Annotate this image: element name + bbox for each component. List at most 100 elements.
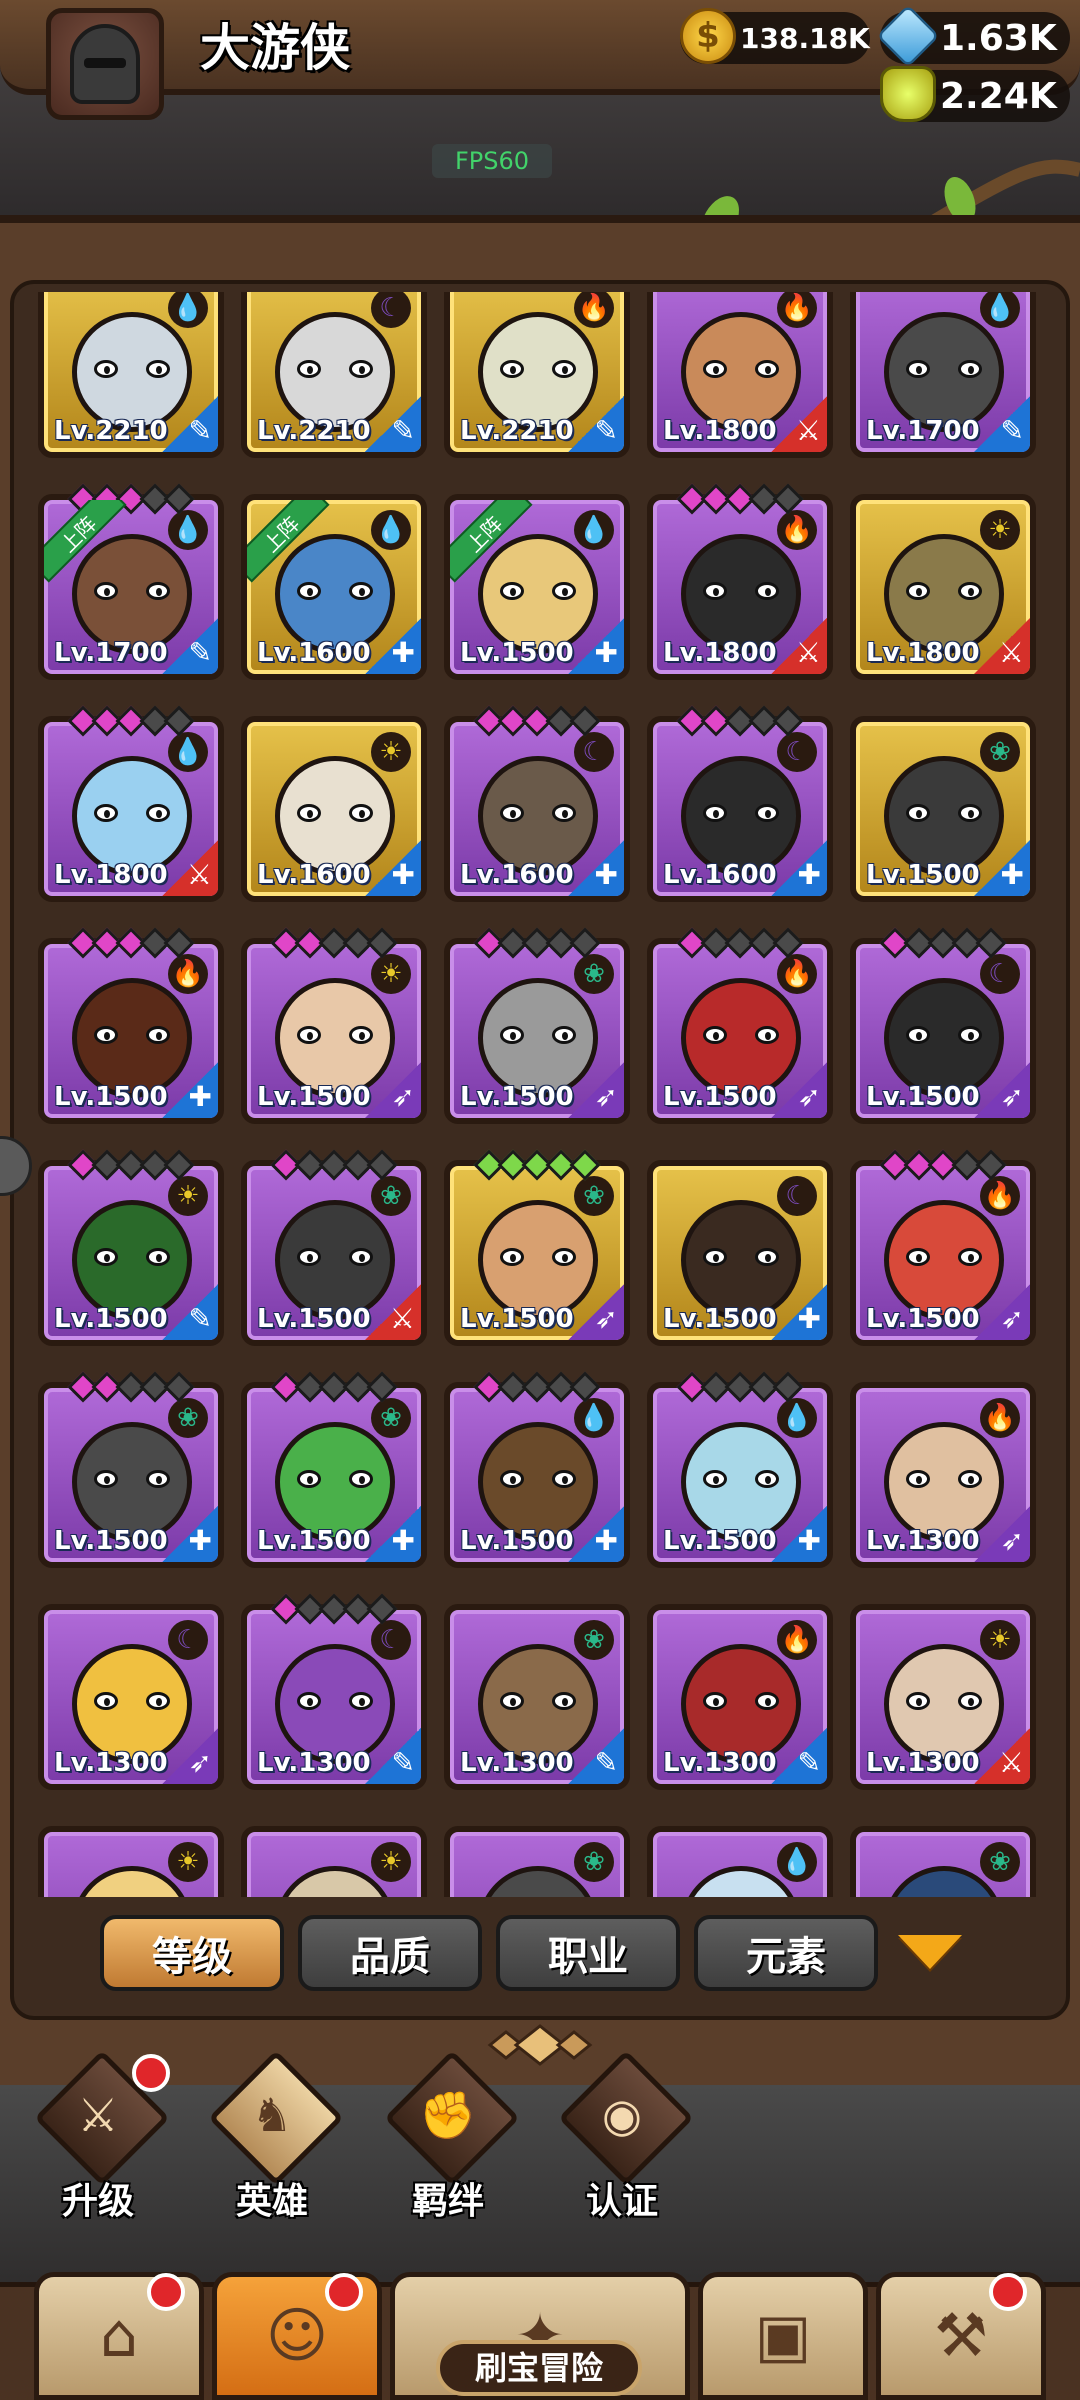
hero-card[interactable]: ❀ ✚ Lv.1500 <box>38 1382 224 1568</box>
hero-grid-viewport[interactable]: 💧 ✎ Lv.2210 ☾ ✎ Lv.2210 🔥 ✎ Lv.2210 🔥 ⚔ Lv.1800 💧 ✎ Lv… <box>30 292 1050 1897</box>
bottom-nav-bag[interactable]: ▣ <box>698 2272 868 2400</box>
eye <box>906 1248 930 1266</box>
hero-card[interactable]: 🔥 ✎ Lv.1300 <box>647 1604 833 1790</box>
handshake-icon: ✊ <box>419 2088 477 2142</box>
hero-card[interactable]: 💧 ✎ Lv.1700 <box>850 292 1036 458</box>
subnav-heroes[interactable]: ♞ 英雄 <box>202 2050 344 2222</box>
star-rating <box>67 927 195 959</box>
hero-card[interactable]: ☀ ⚔ Lv.1800 <box>850 494 1036 680</box>
hero-card[interactable]: ❀ ✎ Lv.1300 <box>444 1604 630 1790</box>
hero-card[interactable]: ☀ ✚ Lv.1600 <box>241 716 427 902</box>
hero-card[interactable]: ☀⚔ <box>38 1826 224 1897</box>
archer-class-icon: ➶ <box>568 1062 624 1118</box>
gold-counter[interactable]: $ 138.18K <box>680 8 870 64</box>
hero-card-slot: ❀ ✚ Lv.1500 <box>850 716 1036 902</box>
subnav-bonds-label: 羁绊 <box>411 2181 484 2222</box>
top-header: 大游侠 $ 138.18K 1.63K 2.24K FPS60 <box>0 0 1080 290</box>
hero-card[interactable]: ❀ ✚ Lv.1500 <box>241 1382 427 1568</box>
hero-card[interactable]: 🔥 ➶ Lv.1500 <box>647 938 833 1124</box>
hero-card[interactable]: 上阵 💧 ✎ Lv.1700 <box>38 494 224 680</box>
hero-eyes <box>703 804 779 824</box>
hero-card[interactable]: 🔥 ⚔ Lv.1800 <box>647 494 833 680</box>
hero-level: Lv.1300 <box>866 1748 980 1778</box>
hero-card-slot: ☾ ✎ Lv.1300 <box>241 1593 427 1790</box>
hero-card[interactable]: ☾ ➶ Lv.1500 <box>850 938 1036 1124</box>
hero-level: Lv.1800 <box>866 638 980 668</box>
hero-level: Lv.1500 <box>460 1304 574 1334</box>
hero-card-slot: ☀ ⚔ Lv.1300 <box>850 1604 1036 1790</box>
eye <box>146 1692 170 1710</box>
hero-card-slot: ☀ ✎ Lv.1500 <box>38 1149 224 1346</box>
subnav-upgrade[interactable]: ⚔ 升级 <box>28 2050 170 2222</box>
hero-card[interactable]: ☀⚔ <box>241 1826 427 1897</box>
hero-eyes <box>500 1248 576 1268</box>
hero-card[interactable]: ❀ ➶ Lv.1500 <box>444 1160 630 1346</box>
hero-card[interactable]: ☀ ➶ Lv.1500 <box>241 938 427 1124</box>
eye <box>297 360 321 378</box>
hero-card[interactable]: ☾ ✚ Lv.1500 <box>647 1160 833 1346</box>
bottom-nav-shop[interactable]: ⌂ <box>34 2272 204 2400</box>
sort-tab-element[interactable]: 元素 <box>694 1915 878 1991</box>
star-rating <box>473 927 601 959</box>
hero-card-slot: 💧 ✚ Lv.1500 <box>647 1371 833 1568</box>
hero-eyes <box>500 804 576 824</box>
bottom-nav-heroes[interactable]: ☺ <box>212 2272 382 2400</box>
hero-card-slot: ❀ ➶ Lv.1500 <box>444 927 630 1124</box>
subnav-bonds[interactable]: ✊ 羁绊 <box>378 2050 520 2222</box>
hero-card[interactable]: 💧 ✚ Lv.1500 <box>647 1382 833 1568</box>
hero-card[interactable]: 上阵 💧 ✚ Lv.1500 <box>444 494 630 680</box>
hero-card[interactable]: ☾ ✚ Lv.1600 <box>444 716 630 902</box>
hero-card[interactable]: 💧 ⚔ Lv.1800 <box>38 716 224 902</box>
star-icon <box>569 705 601 737</box>
hero-card[interactable]: ☀ ✎ Lv.1500 <box>38 1160 224 1346</box>
hero-level: Lv.1700 <box>866 416 980 446</box>
paladin-class-icon: ✚ <box>365 1506 421 1562</box>
hero-level: Lv.1500 <box>866 1304 980 1334</box>
hero-card[interactable]: ❀⚔ <box>444 1826 630 1897</box>
sort-dropdown-arrow-icon[interactable] <box>898 1935 962 1969</box>
eye <box>755 1470 779 1488</box>
bottom-nav-forge[interactable]: ⚒ <box>876 2272 1046 2400</box>
subnav-certify[interactable]: ◉ 认证 <box>552 2050 694 2222</box>
hero-card[interactable]: 🔥 ⚔ Lv.1800 <box>647 292 833 458</box>
gem-counter[interactable]: 1.63K <box>876 4 1070 68</box>
hero-card[interactable]: 🔥 ✎ Lv.2210 <box>444 292 630 458</box>
hero-level: Lv.1500 <box>460 1526 574 1556</box>
mage-class-icon: ✎ <box>365 1728 421 1784</box>
hero-card[interactable]: ☀ ⚔ Lv.1300 <box>850 1604 1036 1790</box>
paladin-class-icon: ✚ <box>568 1506 624 1562</box>
hero-card[interactable]: ❀ ➶ Lv.1500 <box>444 938 630 1124</box>
sort-tab-class[interactable]: 职业 <box>496 1915 680 1991</box>
eye <box>297 582 321 600</box>
light-element-icon: ☀ <box>371 732 411 772</box>
eye <box>500 1026 524 1044</box>
hero-card-slot: ☾ ✚ Lv.1500 <box>647 1160 833 1346</box>
hero-card[interactable]: 🔥 ➶ Lv.1300 <box>850 1382 1036 1568</box>
player-avatar[interactable] <box>46 8 164 120</box>
warrior-class-icon: ⚔ <box>771 396 827 452</box>
eye <box>958 1026 982 1044</box>
hero-card[interactable]: ☾ ✚ Lv.1600 <box>647 716 833 902</box>
sort-tab-quality[interactable]: 品质 <box>298 1915 482 1991</box>
potion-counter[interactable]: 2.24K <box>880 66 1070 122</box>
hero-level: Lv.1500 <box>663 1526 777 1556</box>
archer-class-icon: ➶ <box>974 1284 1030 1340</box>
hero-card[interactable]: ☾ ✎ Lv.2210 <box>241 292 427 458</box>
hero-card[interactable]: ❀ ✚ Lv.1500 <box>850 716 1036 902</box>
hero-card[interactable]: ☾ ➶ Lv.1300 <box>38 1604 224 1790</box>
hero-card[interactable]: 🔥 ➶ Lv.1500 <box>850 1160 1036 1346</box>
hero-card[interactable]: ❀⚔ <box>850 1826 1036 1897</box>
hero-level: Lv.2210 <box>460 416 574 446</box>
sort-tab-level[interactable]: 等级 <box>100 1915 284 1991</box>
hero-level: Lv.1500 <box>460 638 574 668</box>
hero-card[interactable]: 🔥 ✚ Lv.1500 <box>38 938 224 1124</box>
hero-card[interactable]: 💧⚔ <box>647 1826 833 1897</box>
hero-card[interactable]: ❀ ⚔ Lv.1500 <box>241 1160 427 1346</box>
eye <box>349 582 373 600</box>
hero-card[interactable]: ☾ ✎ Lv.1300 <box>241 1604 427 1790</box>
water-element-icon: 💧 <box>777 1398 817 1438</box>
hero-card[interactable]: 💧 ✎ Lv.2210 <box>38 292 224 458</box>
hero-card[interactable]: 上阵 💧 ✚ Lv.1600 <box>241 494 427 680</box>
subnav-heroes-label: 英雄 <box>235 2181 308 2222</box>
hero-card[interactable]: 💧 ✚ Lv.1500 <box>444 1382 630 1568</box>
